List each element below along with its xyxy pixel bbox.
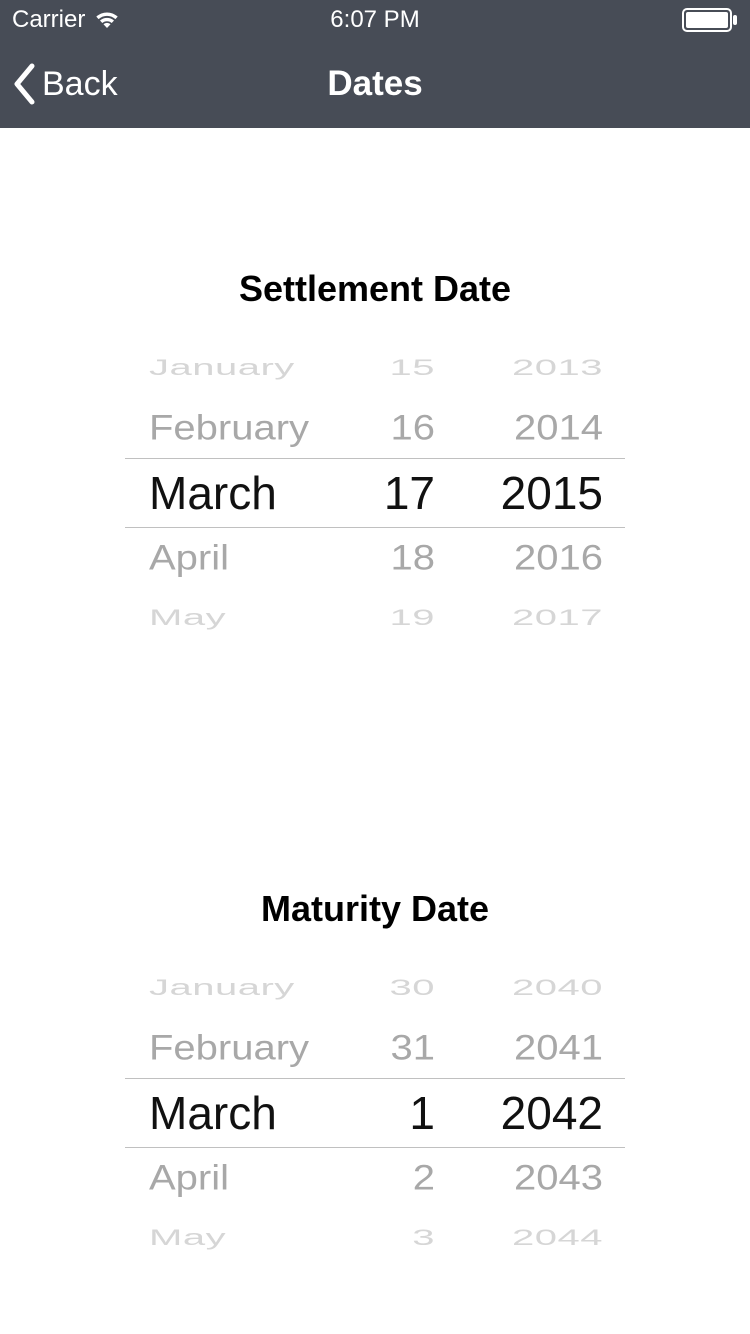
settlement-date-picker[interactable]: January 15 2013 February 16 2014 March 1… (125, 338, 625, 648)
picker-row-selected[interactable]: March 1 2042 (125, 1078, 625, 1148)
status-left: Carrier (12, 6, 121, 34)
settlement-date-title: Settlement Date (0, 268, 750, 310)
picker-day[interactable]: 15 (345, 356, 455, 381)
picker-row[interactable]: April 2 2043 (125, 1152, 625, 1205)
nav-bar: Back Dates (0, 40, 750, 128)
picker-day[interactable]: 30 (345, 976, 455, 1001)
picker-row[interactable]: May 19 2017 (125, 602, 625, 635)
status-bar: Carrier 6:07 PM (0, 0, 750, 40)
picker-month[interactable]: May (125, 1226, 345, 1251)
picker-year-selected[interactable]: 2042 (455, 1086, 625, 1140)
picker-day[interactable]: 16 (345, 408, 455, 448)
picker-year[interactable]: 2041 (455, 1028, 625, 1068)
picker-day[interactable]: 2 (345, 1158, 455, 1198)
picker-month[interactable]: January (125, 976, 345, 1001)
content: Settlement Date January 15 2013 February… (0, 128, 750, 1268)
picker-month-selected[interactable]: March (125, 466, 345, 520)
back-button[interactable]: Back (12, 63, 118, 105)
picker-day[interactable]: 3 (345, 1226, 455, 1251)
maturity-date-picker[interactable]: January 30 2040 February 31 2041 March 1… (125, 958, 625, 1268)
picker-row[interactable]: January 15 2013 (125, 352, 625, 385)
picker-year-selected[interactable]: 2015 (455, 466, 625, 520)
picker-month[interactable]: February (125, 408, 345, 448)
picker-row[interactable]: January 30 2040 (125, 972, 625, 1005)
battery-icon (682, 8, 738, 32)
page-title: Dates (327, 64, 422, 104)
picker-month[interactable]: January (125, 356, 345, 381)
back-label: Back (42, 65, 118, 104)
settlement-date-section: Settlement Date January 15 2013 February… (0, 268, 750, 648)
picker-day[interactable]: 18 (345, 538, 455, 578)
picker-row-selected[interactable]: March 17 2015 (125, 458, 625, 528)
picker-day-selected[interactable]: 1 (345, 1086, 455, 1140)
picker-day[interactable]: 19 (345, 606, 455, 631)
chevron-left-icon (12, 63, 36, 105)
picker-row[interactable]: February 16 2014 (125, 402, 625, 455)
picker-row[interactable]: April 18 2016 (125, 532, 625, 585)
picker-month-selected[interactable]: March (125, 1086, 345, 1140)
status-right (682, 8, 738, 32)
maturity-date-section: Maturity Date January 30 2040 February 3… (0, 888, 750, 1268)
picker-month[interactable]: May (125, 606, 345, 631)
picker-year[interactable]: 2017 (455, 606, 625, 631)
picker-day-selected[interactable]: 17 (345, 466, 455, 520)
picker-year[interactable]: 2043 (455, 1158, 625, 1198)
picker-row[interactable]: May 3 2044 (125, 1222, 625, 1255)
status-time: 6:07 PM (330, 6, 419, 34)
picker-year[interactable]: 2040 (455, 976, 625, 1001)
maturity-date-title: Maturity Date (0, 888, 750, 930)
picker-year[interactable]: 2013 (455, 356, 625, 381)
picker-year[interactable]: 2016 (455, 538, 625, 578)
picker-month[interactable]: April (125, 1158, 345, 1198)
carrier-label: Carrier (12, 6, 85, 34)
picker-year[interactable]: 2044 (455, 1226, 625, 1251)
picker-day[interactable]: 31 (345, 1028, 455, 1068)
wifi-icon (93, 10, 121, 30)
picker-month[interactable]: April (125, 538, 345, 578)
picker-row[interactable]: February 31 2041 (125, 1022, 625, 1075)
picker-month[interactable]: February (125, 1028, 345, 1068)
picker-year[interactable]: 2014 (455, 408, 625, 448)
